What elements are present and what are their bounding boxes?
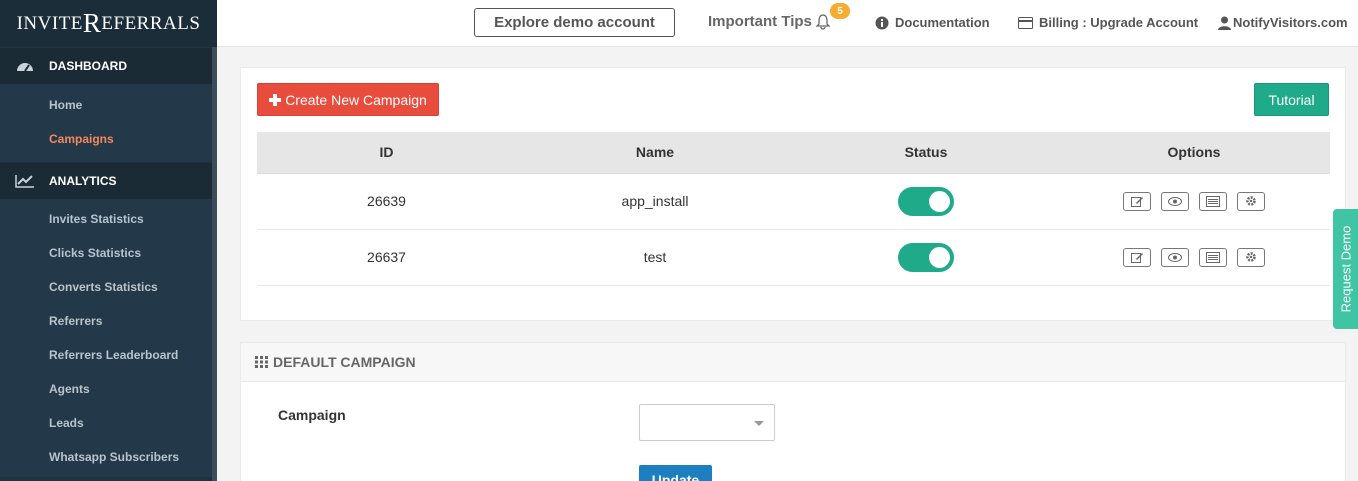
sidebar-item-clicks-statistics[interactable]: Clicks Statistics [0,236,217,270]
sidebar-item-whatsapp-subscribers[interactable]: Whatsapp Subscribers [0,440,217,474]
eye-icon [1168,252,1183,262]
edit-icon [1130,252,1143,263]
list-button[interactable] [1198,191,1227,211]
campaign-name: test [516,229,794,286]
documentation-label: Documentation [895,15,990,30]
campaign-name: app_install [516,173,794,230]
default-campaign-panel: DEFAULT CAMPAIGN Campaign Update [240,342,1346,481]
edit-button[interactable] [1123,247,1152,267]
credit-card-icon [1018,16,1033,29]
table-header-row: ID Name Status Options [257,132,1330,174]
sidebar-section-dashboard[interactable]: DASHBOARD [0,48,217,84]
sidebar-section-analytics[interactable]: ANALYTICS [0,163,217,199]
line-chart-icon [0,174,49,188]
default-campaign-header: DEFAULT CAMPAIGN [241,343,1345,382]
column-header-status: Status [794,132,1058,174]
sidebar-item-referrers-leaderboard[interactable]: Referrers Leaderboard [0,338,217,372]
campaigns-table: ID Name Status Options 26639 app_install… [257,132,1330,286]
sidebar-scrollbar[interactable] [212,47,217,481]
account-label: NotifyVisitors.com [1233,15,1348,30]
eye-icon [1168,196,1183,206]
sidebar-section-analytics-label: ANALYTICS [49,174,117,188]
view-button[interactable] [1161,247,1190,267]
list-button[interactable] [1198,247,1227,267]
gear-icon [1246,252,1256,262]
campaign-id: 26639 [257,173,516,230]
billing-link[interactable]: Billing : Upgrade Account [1018,15,1198,30]
logo-text-part1: INVITE [16,12,83,34]
tutorial-button[interactable]: Tutorial [1254,83,1329,116]
info-icon [875,16,889,30]
dashboard-icon [0,59,49,73]
sidebar-item-converts-statistics[interactable]: Converts Statistics [0,270,217,304]
view-button[interactable] [1161,191,1190,211]
explore-demo-button[interactable]: Explore demo account [474,8,675,37]
status-toggle[interactable] [898,242,954,272]
logo-text-part3: EFERRALS [101,12,201,34]
gear-icon [1246,196,1256,206]
request-demo-tab[interactable]: Request Demo [1333,209,1358,329]
grid-icon [255,356,269,368]
status-toggle[interactable] [898,186,954,216]
sidebar-item-referrers[interactable]: Referrers [0,304,217,338]
campaign-id: 26637 [257,229,516,286]
billing-label: Billing : Upgrade Account [1039,15,1199,30]
sidebar-section-dashboard-label: DASHBOARD [49,59,127,73]
sidebar-item-invites-statistics[interactable]: Invites Statistics [0,202,217,236]
edit-button[interactable] [1123,191,1152,211]
sidebar-item-campaigns[interactable]: Campaigns [0,122,217,156]
settings-button[interactable] [1236,247,1265,267]
sidebar-item-agents[interactable]: Agents [0,372,217,406]
campaigns-panel: Create New Campaign Tutorial ID Name Sta… [240,67,1346,321]
logo-text-part2: R [82,8,102,38]
user-icon [1218,16,1231,30]
logo[interactable]: INVITE R EFERRALS [0,0,217,47]
campaign-select[interactable] [639,404,775,441]
campaign-field-label: Campaign [278,407,346,423]
account-link[interactable]: NotifyVisitors.com [1218,15,1348,30]
sidebar: INVITE R EFERRALS DASHBOARD Home Campaigns… [0,0,217,481]
list-icon [1205,195,1220,207]
important-tips-label: Important Tips [708,13,812,30]
update-button[interactable]: Update [639,465,712,481]
request-demo-label: Request Demo [1338,225,1353,313]
documentation-link[interactable]: Documentation [875,15,990,30]
sidebar-item-leads[interactable]: Leads [0,406,217,440]
tips-count-badge: 5 [830,3,850,19]
bell-icon [815,13,830,30]
table-row: 26637 test [257,229,1330,286]
default-campaign-title: DEFAULT CAMPAIGN [273,354,416,370]
create-campaign-label: Create New Campaign [285,91,427,108]
list-icon [1205,251,1220,263]
edit-icon [1130,196,1143,207]
column-header-id: ID [257,132,516,174]
plus-icon [269,93,282,106]
important-tips-link[interactable]: Important Tips [708,13,830,30]
top-bar: Explore demo account Important Tips 5 Do… [217,0,1358,47]
table-row: 26639 app_install [257,173,1330,230]
settings-button[interactable] [1236,191,1265,211]
sidebar-item-home[interactable]: Home [0,88,217,122]
column-header-name: Name [516,132,794,174]
create-campaign-button[interactable]: Create New Campaign [257,83,439,116]
column-header-options: Options [1058,132,1330,174]
